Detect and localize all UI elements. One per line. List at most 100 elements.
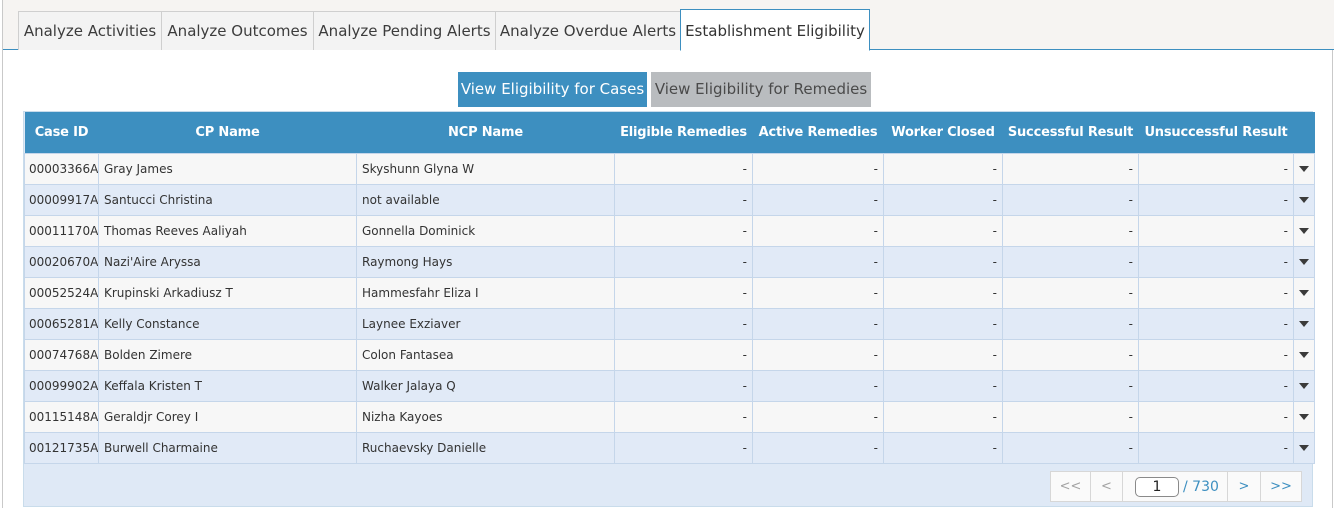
header-cp-name[interactable]: CP Name <box>98 112 357 153</box>
eligible-remedies-cell: - <box>614 400 753 433</box>
caret-down-icon[interactable] <box>1299 166 1309 172</box>
row-expand-cell[interactable] <box>1293 307 1315 340</box>
table-row[interactable]: 00009917A Santucci Christina not availab… <box>24 183 1315 216</box>
caret-down-icon[interactable] <box>1299 197 1309 203</box>
worker-closed-cell: - <box>883 369 1003 402</box>
last-page-button[interactable]: >> <box>1261 472 1301 501</box>
unsuccessful-result-cell: - <box>1138 152 1294 185</box>
previous-page-button[interactable]: < <box>1091 472 1123 501</box>
worker-closed-cell: - <box>883 152 1003 185</box>
table-row[interactable]: 00115148A Geraldjr Corey I Nizha Kayoes … <box>24 400 1315 433</box>
caret-down-icon[interactable] <box>1299 259 1309 265</box>
successful-result-cell: - <box>1002 152 1139 185</box>
caret-down-icon[interactable] <box>1299 414 1309 420</box>
active-remedies-cell: - <box>752 183 884 216</box>
case-id-cell: 00020670A <box>24 245 99 278</box>
caret-down-icon[interactable] <box>1299 290 1309 296</box>
tab-analyze-pending-alerts[interactable]: Analyze Pending Alerts <box>313 11 496 50</box>
eligible-remedies-cell: - <box>614 307 753 340</box>
cp-name-cell: Keffala Kristen T <box>98 369 357 402</box>
header-eligible-remedies[interactable]: Eligible Remedies <box>614 112 753 153</box>
row-expand-cell[interactable] <box>1293 276 1315 309</box>
row-expand-cell[interactable] <box>1293 245 1315 278</box>
active-remedies-cell: - <box>752 338 884 371</box>
worker-closed-cell: - <box>883 183 1003 216</box>
caret-down-icon[interactable] <box>1299 383 1309 389</box>
page-number-input[interactable] <box>1135 476 1179 497</box>
active-remedies-cell: - <box>752 307 884 340</box>
case-id-cell: 00052524A <box>24 276 99 309</box>
successful-result-cell: - <box>1002 400 1139 433</box>
row-expand-cell[interactable] <box>1293 369 1315 402</box>
table-row[interactable]: 00020670A Nazi'Aire Aryssa Raymong Hays … <box>24 245 1315 278</box>
tab-analyze-outcomes[interactable]: Analyze Outcomes <box>161 11 314 50</box>
table-row[interactable]: 00003366A Gray James Skyshunn Glyna W - … <box>24 152 1315 185</box>
eligible-remedies-cell: - <box>614 245 753 278</box>
header-case-id[interactable]: Case ID <box>24 112 99 153</box>
caret-down-icon[interactable] <box>1299 445 1309 451</box>
tab-analyze-overdue-alerts[interactable]: Analyze Overdue Alerts <box>495 11 681 50</box>
header-unsuccessful-result[interactable]: Unsuccessful Result <box>1138 112 1294 153</box>
tab-bar: Analyze Activities Analyze Outcomes Anal… <box>3 0 1334 51</box>
unsuccessful-result-cell: - <box>1138 214 1294 247</box>
caret-down-icon[interactable] <box>1299 321 1309 327</box>
caret-down-icon[interactable] <box>1299 228 1309 234</box>
cp-name-cell: Gray James <box>98 152 357 185</box>
eligible-remedies-cell: - <box>614 431 753 464</box>
eligible-remedies-cell: - <box>614 369 753 402</box>
row-expand-cell[interactable] <box>1293 214 1315 247</box>
next-page-button[interactable]: > <box>1228 472 1261 501</box>
header-ncp-name[interactable]: NCP Name <box>356 112 615 153</box>
view-eligibility-remedies-button[interactable]: View Eligibility for Remedies <box>651 72 871 107</box>
eligible-remedies-cell: - <box>614 214 753 247</box>
tab-establishment-eligibility[interactable]: Establishment Eligibility <box>680 9 870 51</box>
unsuccessful-result-cell: - <box>1138 245 1294 278</box>
case-id-cell: 00065281A <box>24 307 99 340</box>
view-eligibility-cases-button[interactable]: View Eligibility for Cases <box>458 72 647 107</box>
ncp-name-cell: Walker Jalaya Q <box>356 369 615 402</box>
unsuccessful-result-cell: - <box>1138 276 1294 309</box>
table-header-row: Case ID CP Name NCP Name Eligible Remedi… <box>24 112 1315 153</box>
table-row[interactable]: 00052524A Krupinski Arkadiusz T Hammesfa… <box>24 276 1315 309</box>
ncp-name-cell: Gonnella Dominick <box>356 214 615 247</box>
worker-closed-cell: - <box>883 307 1003 340</box>
page-indicator: / 730 <box>1123 472 1228 501</box>
successful-result-cell: - <box>1002 245 1139 278</box>
successful-result-cell: - <box>1002 183 1139 216</box>
successful-result-cell: - <box>1002 338 1139 371</box>
cp-name-cell: Nazi'Aire Aryssa <box>98 245 357 278</box>
case-id-cell: 00115148A <box>24 400 99 433</box>
row-expand-cell[interactable] <box>1293 400 1315 433</box>
header-active-remedies[interactable]: Active Remedies <box>752 112 884 153</box>
eligible-remedies-cell: - <box>614 338 753 371</box>
row-expand-cell[interactable] <box>1293 152 1315 185</box>
eligible-remedies-cell: - <box>614 183 753 216</box>
case-id-cell: 00011170A <box>24 214 99 247</box>
table-row[interactable]: 00099902A Keffala Kristen T Walker Jalay… <box>24 369 1315 402</box>
case-id-cell: 00009917A <box>24 183 99 216</box>
table-row[interactable]: 00121735A Burwell Charmaine Ruchaevsky D… <box>24 431 1315 464</box>
successful-result-cell: - <box>1002 369 1139 402</box>
row-expand-cell[interactable] <box>1293 431 1315 464</box>
ncp-name-cell: Raymong Hays <box>356 245 615 278</box>
first-page-button[interactable]: << <box>1051 472 1091 501</box>
active-remedies-cell: - <box>752 369 884 402</box>
pagination: << < / 730 > >> <box>1050 471 1302 502</box>
ncp-name-cell: Colon Fantasea <box>356 338 615 371</box>
row-expand-cell[interactable] <box>1293 183 1315 216</box>
table-row[interactable]: 00011170A Thomas Reeves Aaliyah Gonnella… <box>24 214 1315 247</box>
header-successful-result[interactable]: Successful Result <box>1002 112 1139 153</box>
header-worker-closed[interactable]: Worker Closed <box>883 112 1003 153</box>
case-id-cell: 00099902A <box>24 369 99 402</box>
caret-down-icon[interactable] <box>1299 352 1309 358</box>
cp-name-cell: Santucci Christina <box>98 183 357 216</box>
row-expand-cell[interactable] <box>1293 338 1315 371</box>
worker-closed-cell: - <box>883 400 1003 433</box>
cp-name-cell: Bolden Zimere <box>98 338 357 371</box>
eligibility-table: Case ID CP Name NCP Name Eligible Remedi… <box>24 112 1315 464</box>
table-row[interactable]: 00074768A Bolden Zimere Colon Fantasea -… <box>24 338 1315 371</box>
ncp-name-cell: Nizha Kayoes <box>356 400 615 433</box>
ncp-name-cell: Skyshunn Glyna W <box>356 152 615 185</box>
tab-analyze-activities[interactable]: Analyze Activities <box>18 11 162 50</box>
table-row[interactable]: 00065281A Kelly Constance Laynee Exziave… <box>24 307 1315 340</box>
